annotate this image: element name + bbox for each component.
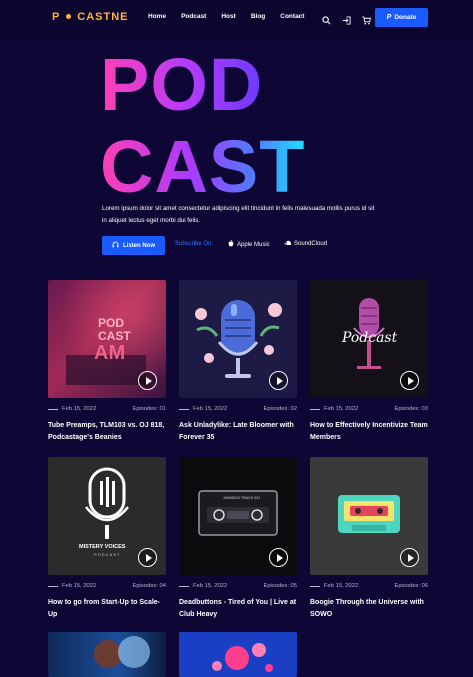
listen-now-label: Listen Now [122,242,155,249]
episode-art-text: JUNXBOX TRACK 001 [223,496,261,500]
episode-number: Episodes: 04 [132,583,166,589]
episode-date: Feb 15, 2022 [193,406,228,412]
bubbles-art [212,643,273,672]
play-button[interactable] [138,548,157,567]
nav-blog[interactable]: Blog [251,13,265,20]
episode-thumbnail[interactable]: Podcast [310,280,428,398]
apple-music-link[interactable]: Apple Music [228,240,270,249]
meta-divider [48,409,58,410]
paypal-icon: P [386,14,392,21]
episode-art-text: MISTERY VOICES [79,544,126,550]
meta-divider [310,586,320,587]
nav-icon-group [322,12,371,25]
hero-title-line2: CAST [100,125,305,195]
episode-art-text: AM [94,342,126,364]
episode-card[interactable] [48,632,166,677]
episode-thumbnail[interactable]: JUNXBOX TRACK 001 [179,457,297,575]
episode-number: Episodes: 01 [132,406,166,412]
episode-title[interactable]: How to go from Start-Up to Scale-Up [48,597,166,620]
episode-title[interactable]: Deadbuttons - Tired of You | Live at Clu… [179,597,297,620]
play-button[interactable] [269,371,288,390]
meta-divider [179,586,189,587]
episode-date: Feb 15, 2022 [324,406,359,412]
episode-thumbnail[interactable] [179,280,297,398]
episode-thumbnail[interactable] [310,457,428,575]
hero-title: POD CAST [100,50,305,195]
episode-art-text: POD [98,316,125,330]
episode-title[interactable]: Tube Preamps, TLM103 vs. OJ 818, Podcast… [48,420,166,443]
meta-divider [310,409,320,410]
play-button[interactable] [400,548,419,567]
episode-card[interactable]: Feb 15, 2022 Episodes: 02 Ask Unladylike… [179,280,297,441]
episode-title[interactable]: Ask Unladylike: Late Bloomer with Foreve… [179,420,297,443]
episode-card[interactable]: POD CAST AM Feb 15, 2022 Episodes: 01 Tu… [48,280,166,441]
meta-divider [48,586,58,587]
nav-host[interactable]: Host [221,13,235,20]
logo-text: CASTNE [77,11,129,23]
episode-date: Feb 15, 2022 [324,583,359,589]
listen-now-button[interactable]: Listen Now [102,236,165,255]
play-button[interactable] [400,371,419,390]
episode-card[interactable]: JUNXBOX TRACK 001 Feb 15, 2022 Episodes:… [179,457,297,618]
main-menu: Home Podcast Host Blog Contact [148,13,304,20]
episode-card[interactable]: Podcast Feb 15, 2022 Episodes: 03 How to… [310,280,428,441]
episode-thumbnail[interactable]: MISTERY VOICES PODCAST [48,457,166,575]
episode-date: Feb 15, 2022 [193,583,228,589]
episode-date: Feb 15, 2022 [62,406,97,412]
apple-icon [228,240,234,249]
login-icon[interactable] [342,12,351,25]
soundcloud-link[interactable]: SoundCloud [283,240,327,247]
search-icon[interactable] [322,12,331,25]
logo-mic-icon [66,14,72,19]
hero-description: Lorem ipsum dolor sit amet consectetur a… [102,205,375,224]
episode-number: Episodes: 05 [263,583,297,589]
top-navbar: P CASTNE Home Podcast Host Blog Contact … [0,0,473,37]
episode-thumbnail[interactable] [179,632,297,677]
nav-contact[interactable]: Contact [280,13,304,20]
portrait-art [94,636,150,668]
play-button[interactable] [269,548,288,567]
episode-art-text: Podcast [342,330,398,346]
episode-title[interactable]: How to Effectively Incentivize Team Memb… [310,420,428,443]
episode-number: Episodes: 03 [394,406,428,412]
episode-number: Episodes: 02 [263,406,297,412]
episode-thumbnail[interactable] [48,632,166,677]
brand-logo[interactable]: P CASTNE [52,11,129,23]
meta-divider [179,409,189,410]
episode-card[interactable]: Feb 15, 2022 Episodes: 06 Boogie Through… [310,457,428,618]
donate-button[interactable]: P Donate [375,8,428,27]
headphones-icon [112,241,119,250]
play-button[interactable] [138,371,157,390]
nav-podcast[interactable]: Podcast [181,13,206,20]
episode-date: Feb 15, 2022 [62,583,97,589]
hero-title-line1: POD [100,50,263,126]
episode-card[interactable] [179,632,297,677]
episode-title[interactable]: Boogie Through the Universe with SOWO [310,597,428,620]
nav-home[interactable]: Home [148,13,166,20]
apple-music-label: Apple Music [237,241,270,248]
cart-icon[interactable] [362,12,371,25]
episode-number: Episodes: 06 [394,583,428,589]
episode-thumbnail[interactable]: POD CAST AM [48,280,166,398]
subscribe-label: Subscribe On: [175,241,214,247]
episode-card[interactable]: MISTERY VOICES PODCAST Feb 15, 2022 Epis… [48,457,166,618]
soundcloud-icon [283,240,292,247]
episode-art-text: CAST [98,329,131,343]
episode-art-text: PODCAST [94,552,121,557]
soundcloud-label: SoundCloud [294,240,328,247]
logo-mark: P [52,11,61,23]
donate-label: Donate [394,14,417,21]
